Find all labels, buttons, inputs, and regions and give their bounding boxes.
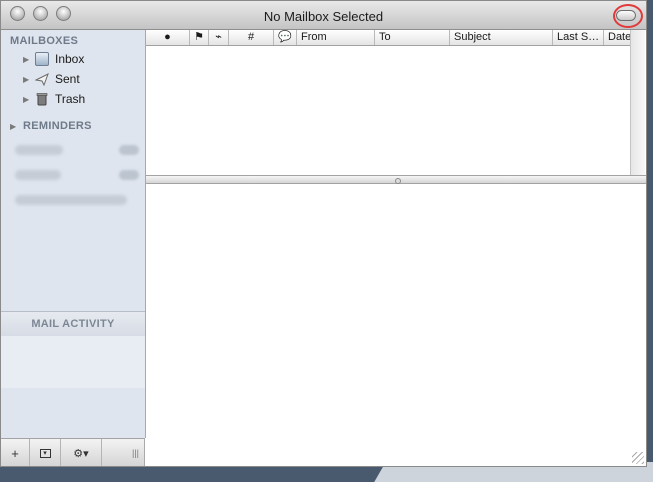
pane-splitter[interactable] [146, 175, 646, 184]
column-header-number[interactable]: # [229, 30, 274, 45]
sidebar-item-sent[interactable]: ▶ Sent [23, 70, 80, 88]
sidebar: MAILBOXES ▶ Inbox ▶ Sent ▶ Trash ▶ REMIN… [1, 30, 146, 438]
message-preview-pane[interactable] [146, 184, 646, 466]
highlight-circle [613, 4, 643, 28]
window-resize-grip[interactable] [632, 452, 644, 464]
sidebar-item-trash[interactable]: ▶ Trash [23, 90, 85, 108]
column-header-subject[interactable]: Subject [450, 30, 553, 45]
blurred-account-row[interactable] [1, 193, 145, 207]
column-header-attachment[interactable]: ⌁ [209, 30, 229, 45]
mail-window: No Mailbox Selected MAILBOXES ▶ Inbox ▶ … [0, 0, 647, 467]
title-bar[interactable]: No Mailbox Selected [1, 1, 646, 30]
disclosure-triangle-icon[interactable]: ▶ [23, 55, 35, 64]
sidebar-item-inbox[interactable]: ▶ Inbox [23, 50, 84, 68]
column-header-chat[interactable]: 💬 [274, 30, 297, 45]
column-header-unread[interactable]: ● [146, 30, 190, 45]
column-header-flag[interactable]: ⚑ [190, 30, 209, 45]
mailboxes-header[interactable]: MAILBOXES [10, 35, 78, 47]
mail-activity-header[interactable]: MAIL ACTIVITY [1, 311, 145, 336]
disclosure-triangle-icon[interactable]: ▶ [23, 75, 35, 84]
show-hide-mailbox-button[interactable]: ▾ [30, 439, 61, 466]
blurred-account-row[interactable] [1, 168, 145, 182]
column-header-last-saved[interactable]: Last S… [553, 30, 604, 45]
trash-icon [35, 92, 49, 106]
disclosure-triangle-icon[interactable]: ▶ [23, 95, 35, 104]
message-list[interactable] [146, 46, 630, 175]
add-mailbox-button[interactable]: + [1, 439, 30, 466]
sidebar-item-label: Inbox [55, 52, 85, 66]
column-header-from[interactable]: From [297, 30, 375, 45]
blurred-account-row[interactable] [1, 143, 145, 157]
sent-icon [34, 72, 49, 87]
reminders-section[interactable]: ▶ REMINDERS [10, 117, 92, 135]
sidebar-item-label: Trash [55, 92, 86, 106]
resize-grip-handle[interactable]: ||| [127, 439, 144, 466]
action-menu-button[interactable]: ⚙▾ [61, 439, 102, 466]
drawer-icon: ▾ [39, 448, 51, 458]
column-header-to[interactable]: To [375, 30, 450, 45]
message-list-scrollbar[interactable] [630, 30, 645, 176]
window-title: No Mailbox Selected [263, 9, 384, 24]
mail-activity-panel [1, 336, 145, 388]
gear-icon: ⚙▾ [73, 447, 89, 460]
reminders-header: REMINDERS [23, 120, 92, 132]
disclosure-triangle-icon[interactable]: ▶ [10, 122, 22, 131]
message-list-header: ● ⚑ ⌁ # 💬 From To Subject Last S… Date [146, 30, 632, 46]
sidebar-item-label: Sent [55, 72, 80, 86]
sidebar-bottom-bar: + ▾ ⚙▾ ||| [1, 438, 145, 466]
inbox-icon [35, 52, 49, 66]
